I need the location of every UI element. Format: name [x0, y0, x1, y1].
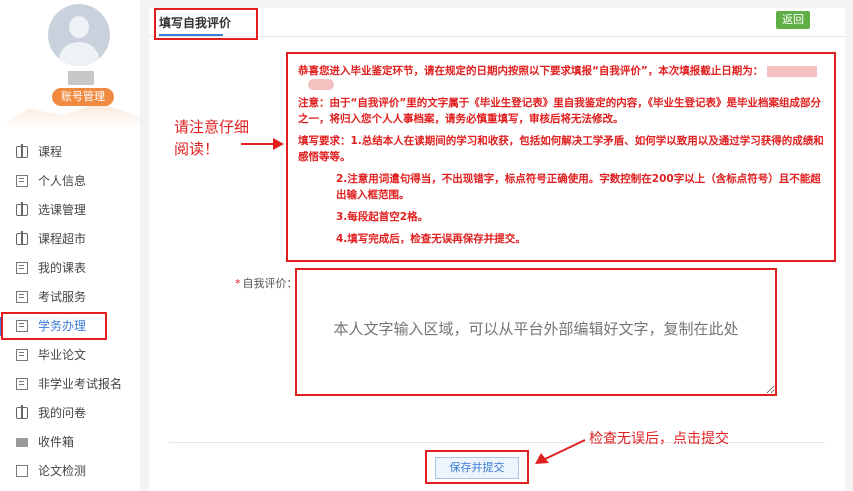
- list-icon: [16, 349, 28, 361]
- sidebar-item-label: 选课管理: [38, 203, 87, 217]
- sidebar-nav: 课程 个人信息 选课管理 课程超市 我的课表 考试服务 学务办理 毕业论文 非学…: [0, 138, 140, 486]
- doc-icon: [16, 465, 28, 477]
- highlight-box: [1, 312, 107, 340]
- notice-line: 填写要求：1.总结本人在读期间的学习和收获，包括如何解决工学矛盾、如何学以致用以…: [298, 135, 824, 163]
- tab-bar: 填写自我评价 返回: [149, 8, 845, 40]
- sidebar: 账号管理 课程 个人信息 选课管理 课程超市 我的课表 考试服务 学务办理 毕业…: [0, 0, 140, 491]
- sidebar-item-label: 非学业考试报名: [38, 377, 123, 391]
- notice-line: 4.填写完成后，检查无误再保存并提交。: [336, 233, 526, 245]
- book-icon: [16, 144, 28, 158]
- list-icon: [16, 175, 28, 187]
- highlight-box: [154, 8, 258, 40]
- list-icon: [16, 378, 28, 390]
- sidebar-item-exam-service[interactable]: 考试服务: [0, 283, 140, 312]
- sidebar-item-academic-affairs[interactable]: 学务办理: [0, 312, 140, 341]
- sidebar-item-label: 我的问卷: [38, 406, 87, 420]
- sidebar-item-label: 考试服务: [38, 290, 87, 304]
- notice-line: 恭喜您进入毕业鉴定环节，请在规定的日期内按照以下要求填报“自我评价”，本次填报截…: [298, 63, 824, 79]
- username-redacted: [68, 71, 94, 85]
- sidebar-item-label: 个人信息: [38, 174, 87, 188]
- instructions-box: 恭喜您进入毕业鉴定环节，请在规定的日期内按照以下要求填报“自我评价”，本次填报截…: [286, 52, 836, 262]
- annotation-submit-hint: 检查无误后，点击提交: [589, 431, 729, 447]
- sidebar-item-course-selection[interactable]: 选课管理: [0, 196, 140, 225]
- account-manage-button[interactable]: 账号管理: [52, 88, 114, 106]
- sidebar-item-personal-info[interactable]: 个人信息: [0, 167, 140, 196]
- sidebar-item-label: 我的课表: [38, 261, 87, 275]
- sidebar-item-label: 毕业论文: [38, 348, 87, 362]
- notice-line: 注意：由于“自我评价”里的文字属于《毕业生登记表》里自我鉴定的内容，《毕业生登记…: [298, 97, 822, 125]
- list-icon: [16, 291, 28, 303]
- list-icon: [16, 262, 28, 274]
- eval-label: * 自我评价：: [235, 277, 298, 290]
- sidebar-item-courses[interactable]: 课程: [0, 138, 140, 167]
- sidebar-item-my-surveys[interactable]: 我的问卷: [0, 399, 140, 428]
- avatar[interactable]: [48, 4, 110, 66]
- notice-line: 2.注意用词遣句得当，不出现错字，标点符号正确使用。字数控制在200字以上（含标…: [336, 173, 821, 201]
- sidebar-item-non-academic-exam[interactable]: 非学业考试报名: [0, 370, 140, 399]
- sidebar-item-my-schedule[interactable]: 我的课表: [0, 254, 140, 283]
- book-icon: [16, 231, 28, 245]
- sidebar-item-label: 收件箱: [38, 435, 75, 449]
- sidebar-item-label: 论文检测: [38, 464, 87, 478]
- redacted-text: [308, 79, 334, 90]
- book-icon: [16, 202, 28, 216]
- arrow-right-icon: [241, 138, 284, 150]
- notice-line: 3.每段起首空2格。: [336, 211, 429, 223]
- sidebar-item-course-market[interactable]: 课程超市: [0, 225, 140, 254]
- sidebar-item-label: 课程: [38, 145, 63, 159]
- main-panel: 填写自我评价 返回 恭喜您进入毕业鉴定环节，请在规定的日期内按照以下要求填报“自…: [149, 8, 845, 491]
- mail-icon: [16, 438, 28, 447]
- book-icon: [16, 405, 28, 419]
- sidebar-item-thesis-check[interactable]: 论文检测: [0, 457, 140, 486]
- arrow-left-icon: [535, 439, 586, 464]
- sidebar-item-label: 课程超市: [38, 232, 87, 246]
- self-evaluation-textarea[interactable]: [295, 268, 777, 396]
- sidebar-item-inbox[interactable]: 收件箱: [0, 428, 140, 457]
- deadline-redacted: [767, 65, 818, 77]
- back-button[interactable]: 返回: [776, 11, 810, 29]
- highlight-box: [425, 450, 529, 484]
- sidebar-item-thesis[interactable]: 毕业论文: [0, 341, 140, 370]
